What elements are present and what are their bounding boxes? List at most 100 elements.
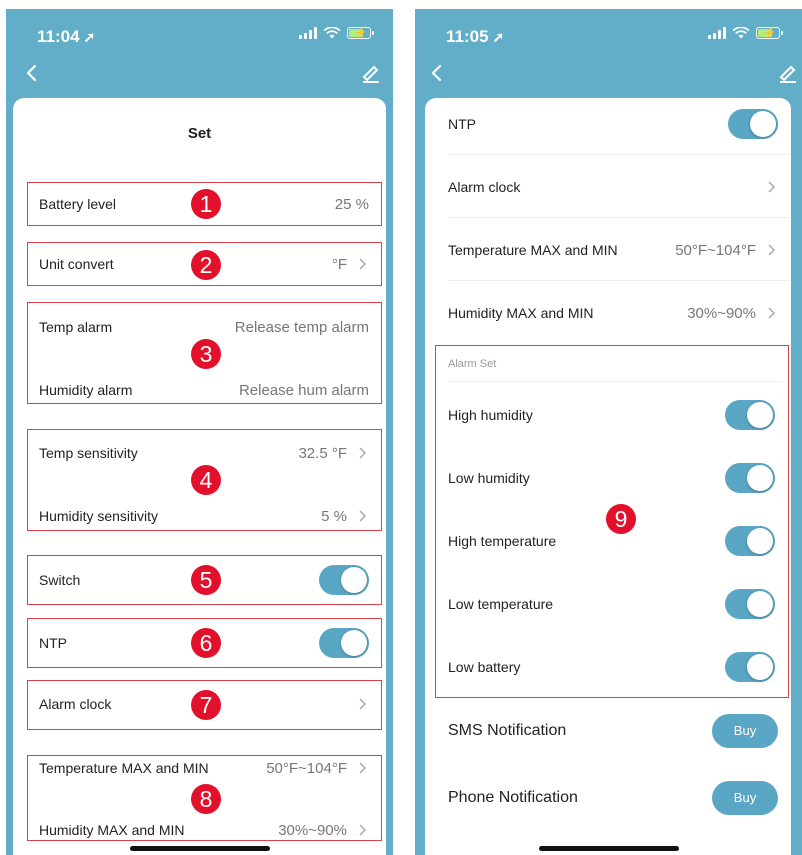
alarm-item-label: Low temperature xyxy=(448,596,554,612)
low-temperature-toggle[interactable] xyxy=(725,589,775,619)
ntp-row: NTP xyxy=(448,109,778,139)
chevron-right-icon xyxy=(359,762,367,774)
battery-level-label: Battery level xyxy=(39,196,117,212)
header-bar xyxy=(415,9,802,97)
alarm-item-high-humidity: High humidity xyxy=(448,400,775,430)
back-arrow-icon[interactable] xyxy=(425,61,449,85)
toggle-knob xyxy=(750,111,776,137)
chevron-right-icon xyxy=(359,447,367,459)
humidity-alarm-value: Release hum alarm xyxy=(238,381,369,399)
location-arrow-icon: ➚ xyxy=(492,29,505,45)
switch-toggle[interactable] xyxy=(319,565,369,595)
home-indicator xyxy=(538,846,679,851)
wifi-icon xyxy=(732,27,750,39)
temp-sensitivity-value: 32.5 °F xyxy=(298,444,347,462)
temp-alarm-row[interactable]: Temp alarm Release temp alarm xyxy=(39,315,369,339)
low-humidity-toggle[interactable] xyxy=(725,463,775,493)
divider xyxy=(448,381,782,382)
home-indicator xyxy=(129,846,270,851)
temperature-maxmin-label: Temperature MAX and MIN xyxy=(448,242,618,258)
temp-sensitivity-label: Temp sensitivity xyxy=(39,445,138,461)
annotation-marker-7: 7 xyxy=(191,690,221,720)
ntp-toggle[interactable] xyxy=(728,109,778,139)
humidity-maxmin-label: Humidity MAX and MIN xyxy=(39,822,185,838)
unit-convert-value: °F xyxy=(331,255,347,273)
chevron-right-icon xyxy=(768,244,776,256)
ntp-toggle[interactable] xyxy=(319,628,369,658)
alarm-item-label: Low battery xyxy=(448,659,521,675)
toggle-knob xyxy=(341,630,367,656)
chevron-right-icon xyxy=(359,510,367,522)
wifi-icon xyxy=(323,27,341,39)
annotation-marker-6: 6 xyxy=(191,628,221,658)
divider xyxy=(448,217,790,218)
temperature-maxmin-value: 50°F~104°F xyxy=(675,241,756,259)
chevron-right-icon xyxy=(768,181,776,193)
alarm-item-low-battery: Low battery xyxy=(448,652,775,682)
location-arrow-icon: ➚ xyxy=(83,29,96,45)
signal-icon xyxy=(708,27,726,39)
humidity-maxmin-value: 30%~90% xyxy=(687,304,756,322)
edit-icon[interactable] xyxy=(359,61,383,85)
high-temperature-toggle[interactable] xyxy=(725,526,775,556)
annotation-marker-8: 8 xyxy=(191,784,221,814)
divider xyxy=(448,154,790,155)
chevron-right-icon xyxy=(359,258,367,270)
back-arrow-icon[interactable] xyxy=(20,61,44,85)
humidity-maxmin-row[interactable]: Humidity MAX and MIN 30%~90% xyxy=(39,818,369,842)
toggle-knob xyxy=(747,591,773,617)
temp-sensitivity-row[interactable]: Temp sensitivity 32.5 °F xyxy=(39,441,369,465)
humidity-sensitivity-label: Humidity sensitivity xyxy=(39,508,159,524)
alarm-item-label: High humidity xyxy=(448,407,533,423)
high-humidity-toggle[interactable] xyxy=(725,400,775,430)
annotation-marker-9: 9 xyxy=(606,504,636,534)
temperature-maxmin-label: Temperature MAX and MIN xyxy=(39,760,209,776)
right-phone-screen: 11:05 ➚ ⚡ NTP Alarm clock Temperature MAX… xyxy=(415,9,802,855)
toggle-knob xyxy=(747,465,773,491)
humidity-sensitivity-row[interactable]: Humidity sensitivity 5 % xyxy=(39,504,369,528)
alarm-clock-row[interactable]: Alarm clock xyxy=(448,175,778,199)
temperature-maxmin-row[interactable]: Temperature MAX and MIN 50°F~104°F xyxy=(448,238,778,262)
temp-alarm-value: Release temp alarm xyxy=(234,318,369,336)
chevron-right-icon xyxy=(768,307,776,319)
temperature-maxmin-row[interactable]: Temperature MAX and MIN 50°F~104°F xyxy=(39,756,369,780)
humidity-alarm-row[interactable]: Humidity alarm Release hum alarm xyxy=(39,378,369,402)
chevron-right-icon xyxy=(359,698,367,710)
sms-notification-row: SMS Notification Buy xyxy=(448,714,778,748)
battery-charging-icon: ⚡ xyxy=(756,27,783,39)
ntp-label: NTP xyxy=(39,635,67,651)
phone-buy-button[interactable]: Buy xyxy=(712,781,778,815)
humidity-alarm-label: Humidity alarm xyxy=(39,382,133,398)
annotation-marker-4: 4 xyxy=(191,465,221,495)
ntp-label: NTP xyxy=(448,116,476,132)
annotation-marker-2: 2 xyxy=(191,250,221,280)
status-icons: ⚡ xyxy=(708,27,783,39)
alarm-item-label: High temperature xyxy=(448,533,557,549)
humidity-maxmin-row[interactable]: Humidity MAX and MIN 30%~90% xyxy=(448,301,778,325)
left-phone-screen: 11:04 ➚ ⚡ Set Battery level 25 % 1 Unit c… xyxy=(6,9,393,855)
edit-icon[interactable] xyxy=(776,61,800,85)
humidity-sensitivity-value: 5 % xyxy=(321,507,347,525)
unit-convert-label: Unit convert xyxy=(39,256,114,272)
alarm-item-low-temperature: Low temperature xyxy=(448,589,775,619)
switch-label: Switch xyxy=(39,572,81,588)
toggle-knob xyxy=(747,654,773,680)
sms-buy-button[interactable]: Buy xyxy=(712,714,778,748)
annotation-marker-1: 1 xyxy=(191,189,221,219)
status-bar-time: 11:05 ➚ xyxy=(446,27,505,46)
humidity-maxmin-value: 30%~90% xyxy=(278,821,347,839)
low-battery-toggle[interactable] xyxy=(725,652,775,682)
alarm-clock-label: Alarm clock xyxy=(448,179,521,195)
annotation-marker-5: 5 xyxy=(191,565,221,595)
toggle-knob xyxy=(747,402,773,428)
toggle-knob xyxy=(747,528,773,554)
header-bar xyxy=(6,9,393,97)
alarm-item-label: Low humidity xyxy=(448,470,530,486)
humidity-maxmin-label: Humidity MAX and MIN xyxy=(448,305,594,321)
temp-alarm-label: Temp alarm xyxy=(39,319,113,335)
alarm-set-section-title: Alarm Set xyxy=(448,358,497,370)
status-bar-time: 11:04 ➚ xyxy=(37,27,96,46)
divider xyxy=(448,280,790,281)
battery-level-value: 25 % xyxy=(334,195,369,213)
battery-charging-icon: ⚡ xyxy=(347,27,374,39)
